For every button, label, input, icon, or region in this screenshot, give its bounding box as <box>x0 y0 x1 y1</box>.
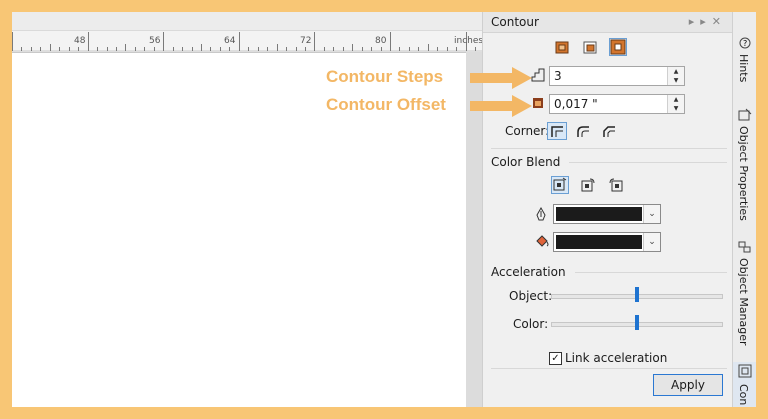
counterclockwise-blend-icon <box>609 178 623 192</box>
link-acceleration-label: Link acceleration <box>565 351 668 365</box>
ruler-label-72: 72 <box>300 36 312 46</box>
steps-arrow <box>470 67 532 89</box>
contour-to-center-icon <box>555 41 569 54</box>
outline-color-picker[interactable]: ⌄ <box>553 204 661 224</box>
tab-object-manager-label: Object Manager <box>737 258 750 346</box>
object-properties-icon <box>738 108 752 121</box>
ruler-label-48: 48 <box>74 36 86 46</box>
fill-color-swatch <box>556 235 642 249</box>
close-icon[interactable]: ✕ <box>712 15 727 28</box>
docker-header: Contour ▸▸✕ <box>483 12 733 33</box>
divider <box>575 272 727 273</box>
tab-hints[interactable]: ? Hints <box>733 32 756 92</box>
corner-bevel-button[interactable] <box>599 122 619 140</box>
tab-object-manager[interactable]: Object Manager <box>733 238 756 358</box>
tab-object-properties-label: Object Properties <box>737 126 750 221</box>
fill-bucket-icon <box>536 235 549 247</box>
offset-value: 0,017 " <box>554 97 598 111</box>
tab-hints-label: Hints <box>737 54 750 83</box>
chevron-down-icon[interactable]: ⌄ <box>643 205 660 223</box>
inside-button[interactable] <box>581 38 599 56</box>
color-acceleration-slider[interactable] <box>551 315 723 330</box>
hints-icon: ? <box>739 37 751 49</box>
offset-input[interactable]: 0,017 " ▲ ▼ <box>549 94 685 114</box>
acceleration-heading: Acceleration <box>491 265 566 279</box>
tab-contour[interactable]: Con <box>733 362 756 407</box>
contour-inside-icon <box>583 41 597 54</box>
spin-up-icon[interactable]: ▲ <box>668 95 684 104</box>
steps-input[interactable]: 3 ▲ ▼ <box>549 66 685 86</box>
corner-round-button[interactable] <box>573 122 593 140</box>
link-acceleration-checkbox[interactable]: ✓ <box>549 352 562 365</box>
spin-down-icon[interactable]: ▼ <box>668 76 684 85</box>
ruler-unit-label: inches <box>454 36 484 46</box>
contour-steps-callout: Contour Steps <box>326 67 444 86</box>
round-corner-icon <box>577 126 589 137</box>
outline-pen-icon <box>536 207 546 221</box>
contour-offset-callout: Contour Offset <box>326 95 446 114</box>
tab-object-properties[interactable]: Object Properties <box>733 104 756 234</box>
blend-counterclockwise-button[interactable] <box>607 176 625 194</box>
spin-up-icon[interactable]: ▲ <box>668 67 684 76</box>
divider <box>569 162 727 163</box>
svg-text:?: ? <box>743 39 747 48</box>
color-accel-label: Color: <box>513 317 549 331</box>
ruler-label-64: 64 <box>224 36 236 46</box>
blend-clockwise-button[interactable] <box>579 176 597 194</box>
outside-button[interactable] <box>609 38 627 56</box>
clockwise-blend-icon <box>581 178 595 192</box>
contour-tab-icon <box>738 364 752 378</box>
ruler-header <box>12 12 482 31</box>
offset-spinner[interactable]: ▲ ▼ <box>667 95 684 113</box>
spin-down-icon[interactable]: ▼ <box>668 104 684 113</box>
steps-spinner[interactable]: ▲ ▼ <box>667 67 684 85</box>
corner-label: Corner: <box>505 124 550 138</box>
color-blend-heading: Color Blend <box>491 155 561 169</box>
docker-tab-strip: ? Hints Object Properties Object Manager… <box>732 12 756 407</box>
to-center-button[interactable] <box>553 38 571 56</box>
fill-color-picker[interactable]: ⌄ <box>553 232 661 252</box>
ruler-label-80: 80 <box>375 36 387 46</box>
horizontal-ruler[interactable]: 48 56 64 72 80 inches <box>12 12 484 53</box>
object-accel-label: Object: <box>509 289 553 303</box>
divider <box>491 148 727 149</box>
offset-arrow <box>470 95 532 117</box>
app-frame: 48 56 64 72 80 inches Contour ▸▸✕ 3 ▲ ▼ … <box>12 12 756 407</box>
linear-blend-icon <box>553 177 567 191</box>
contour-outside-icon <box>610 39 626 55</box>
object-manager-icon <box>738 241 751 253</box>
divider <box>491 368 727 369</box>
tab-contour-label: Con <box>737 384 750 406</box>
blend-linear-button[interactable] <box>551 176 569 194</box>
outline-color-swatch <box>556 207 642 221</box>
steps-value: 3 <box>554 69 562 83</box>
object-acceleration-slider[interactable] <box>551 287 723 302</box>
miter-corner-icon <box>551 126 563 137</box>
slider-thumb[interactable] <box>635 315 639 330</box>
ruler-label-56: 56 <box>149 36 161 46</box>
corner-miter-button[interactable] <box>547 122 567 140</box>
bevel-corner-icon <box>603 126 615 137</box>
apply-button[interactable]: Apply <box>653 374 723 396</box>
expand-icon[interactable]: ▸▸ <box>689 15 712 28</box>
docker-header-controls: ▸▸✕ <box>689 15 727 28</box>
slider-thumb[interactable] <box>635 287 639 302</box>
docker-title: Contour <box>491 15 539 29</box>
chevron-down-icon[interactable]: ⌄ <box>643 233 660 251</box>
